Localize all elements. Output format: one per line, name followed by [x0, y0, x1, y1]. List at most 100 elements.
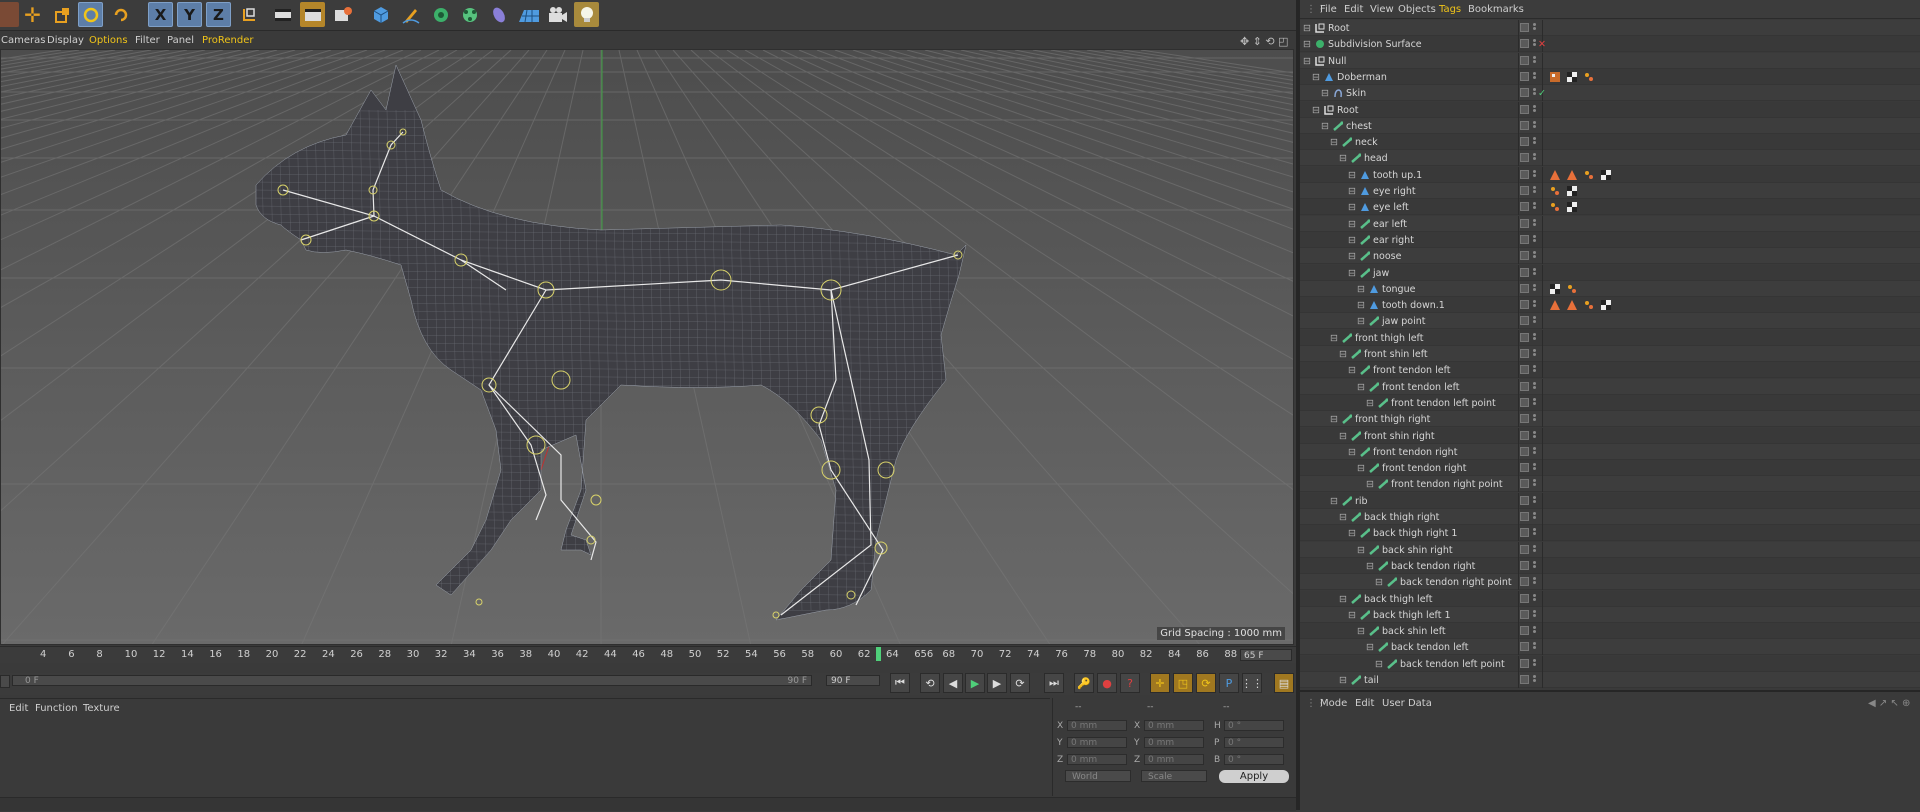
object-name[interactable]: back thigh right 1 — [1373, 528, 1457, 539]
expand-toggle-icon[interactable]: ⊟ — [1348, 365, 1356, 376]
phong-tag-icon[interactable] — [1567, 300, 1577, 311]
render-view-icon[interactable] — [270, 2, 295, 27]
disabled-status-icon[interactable]: ✕ — [1538, 39, 1546, 50]
coordinate-system-icon[interactable] — [236, 2, 261, 27]
next-key-button[interactable]: ⟳ — [1010, 673, 1030, 693]
point-level-animation-icon[interactable]: ⋮⋮ — [1241, 673, 1263, 693]
render-settings-icon[interactable] — [330, 2, 355, 27]
object-name[interactable]: eye right — [1373, 186, 1416, 197]
layer-color-box[interactable] — [1520, 283, 1529, 293]
phong-tag-icon[interactable] — [1550, 169, 1560, 180]
expand-toggle-icon[interactable]: ⊟ — [1348, 235, 1356, 246]
checker-tag-icon[interactable] — [1567, 202, 1577, 213]
object-row[interactable]: ⊟ front shin left — [1300, 346, 1920, 362]
size-y-field[interactable]: 0 mm — [1144, 737, 1204, 748]
3d-viewport[interactable]: Grid Spacing : 1000 mm — [0, 49, 1294, 645]
expand-toggle-icon[interactable]: ⊟ — [1321, 121, 1329, 132]
expand-toggle-icon[interactable]: ⊟ — [1339, 594, 1347, 605]
material-menu-function[interactable]: Function — [35, 703, 78, 714]
object-name[interactable]: tongue — [1382, 284, 1415, 295]
object-name[interactable]: Subdivision Surface — [1328, 39, 1422, 50]
viewport-nav-icons[interactable]: ✥ ⇕ ⟲ ◰ — [1240, 35, 1289, 48]
layer-color-box[interactable] — [1520, 186, 1529, 195]
object-row[interactable]: ⊟ tail — [1300, 672, 1920, 688]
layer-color-box[interactable] — [1520, 88, 1529, 98]
object-name[interactable]: tooth down.1 — [1382, 300, 1445, 311]
visibility-dots[interactable] — [1533, 397, 1536, 408]
layer-color-box[interactable] — [1520, 528, 1529, 538]
layer-color-box[interactable] — [1520, 202, 1529, 212]
object-row[interactable]: ⊟ front thigh left — [1300, 329, 1920, 346]
layer-color-box[interactable] — [1520, 675, 1529, 684]
layer-color-box[interactable] — [1520, 365, 1529, 375]
object-name[interactable]: chest — [1346, 121, 1372, 132]
start-stepper[interactable] — [0, 675, 10, 688]
layer-color-box[interactable] — [1520, 169, 1529, 179]
object-name[interactable]: back shin right — [1382, 545, 1453, 556]
layer-color-box[interactable] — [1520, 381, 1529, 391]
object-name[interactable]: front tendon right — [1373, 447, 1457, 458]
layer-color-box[interactable] — [1520, 137, 1529, 147]
expand-toggle-icon[interactable]: ⊟ — [1366, 479, 1374, 490]
expand-toggle-icon[interactable]: ⊟ — [1312, 72, 1320, 83]
layer-color-box[interactable] — [1520, 218, 1529, 228]
visibility-dots[interactable] — [1533, 137, 1536, 147]
object-row[interactable]: ⊟ front tendon left point — [1300, 394, 1920, 411]
object-name[interactable]: ear right — [1373, 235, 1414, 246]
previous-frame-button[interactable]: ◀ — [943, 673, 963, 693]
visibility-dots[interactable] — [1533, 153, 1536, 163]
visibility-dots[interactable] — [1533, 414, 1536, 424]
visibility-dots[interactable] — [1533, 88, 1536, 98]
layer-color-box[interactable] — [1520, 495, 1529, 505]
object-row[interactable]: ⊟ front tendon left — [1300, 378, 1920, 395]
viewport-menu-cameras[interactable]: Cameras — [1, 35, 45, 46]
viewport-menu-prorender[interactable]: ProRender — [202, 35, 253, 46]
visibility-dots[interactable] — [1533, 251, 1536, 261]
object-row[interactable]: ⊟ back thigh left 1 — [1300, 606, 1920, 623]
expand-toggle-icon[interactable]: ⊟ — [1357, 316, 1365, 327]
object-name[interactable]: back thigh left — [1364, 594, 1432, 605]
expand-toggle-icon[interactable]: ⊟ — [1357, 284, 1365, 295]
object-row[interactable]: ⊟ Skin ✓ — [1300, 85, 1920, 102]
visibility-dots[interactable] — [1533, 218, 1536, 229]
phong-tag-icon[interactable] — [1567, 169, 1577, 180]
position-x-field[interactable]: 0 mm — [1067, 720, 1127, 731]
expand-toggle-icon[interactable]: ⊟ — [1357, 300, 1365, 311]
object-name[interactable]: tooth up.1 — [1373, 170, 1422, 181]
object-row[interactable]: ⊟ front tendon right point — [1300, 476, 1920, 493]
object-name[interactable]: head — [1364, 153, 1388, 164]
viewport-menu-options[interactable]: Options — [89, 35, 128, 46]
object-row[interactable]: ⊟ jaw — [1300, 264, 1920, 281]
object-row[interactable]: ⊟ chest — [1300, 117, 1920, 134]
phong-tag-icon[interactable] — [1550, 300, 1560, 311]
object-name[interactable]: ear left — [1373, 219, 1407, 230]
object-name[interactable]: Null — [1328, 56, 1346, 67]
layer-color-box[interactable] — [1520, 414, 1529, 424]
expand-toggle-icon[interactable]: ⊟ — [1357, 382, 1365, 393]
visibility-dots[interactable] — [1533, 675, 1536, 685]
rotation-h-field[interactable]: 0 ° — [1224, 720, 1284, 731]
layer-color-box[interactable] — [1520, 71, 1529, 81]
om-menu-objects[interactable]: Objects — [1398, 4, 1436, 15]
visibility-dots[interactable] — [1533, 544, 1536, 555]
object-name[interactable]: jaw point — [1382, 316, 1425, 327]
layer-color-box[interactable] — [1520, 316, 1529, 326]
material-menu-edit[interactable]: Edit — [9, 703, 28, 714]
object-name[interactable]: back thigh left 1 — [1373, 610, 1451, 621]
position-key-icon[interactable]: ✛ — [1150, 673, 1170, 693]
expand-toggle-icon[interactable]: ⊟ — [1348, 610, 1356, 621]
layer-color-box[interactable] — [1520, 153, 1529, 163]
object-row[interactable]: ⊟ front tendon left — [1300, 362, 1920, 379]
expand-toggle-icon[interactable]: ⊟ — [1348, 186, 1356, 197]
visibility-dots[interactable] — [1533, 300, 1536, 310]
autokey-icon[interactable]: ? — [1120, 673, 1140, 693]
object-name[interactable]: eye left — [1373, 202, 1409, 213]
layer-color-box[interactable] — [1520, 267, 1529, 277]
visibility-dots[interactable] — [1533, 495, 1536, 506]
object-name[interactable]: Doberman — [1337, 72, 1387, 83]
object-name[interactable]: jaw — [1373, 268, 1389, 279]
expand-toggle-icon[interactable]: ⊟ — [1348, 219, 1356, 230]
visibility-dots[interactable] — [1533, 463, 1536, 473]
layer-color-box[interactable] — [1520, 104, 1529, 114]
weight-tag-icon[interactable] — [1550, 186, 1560, 196]
